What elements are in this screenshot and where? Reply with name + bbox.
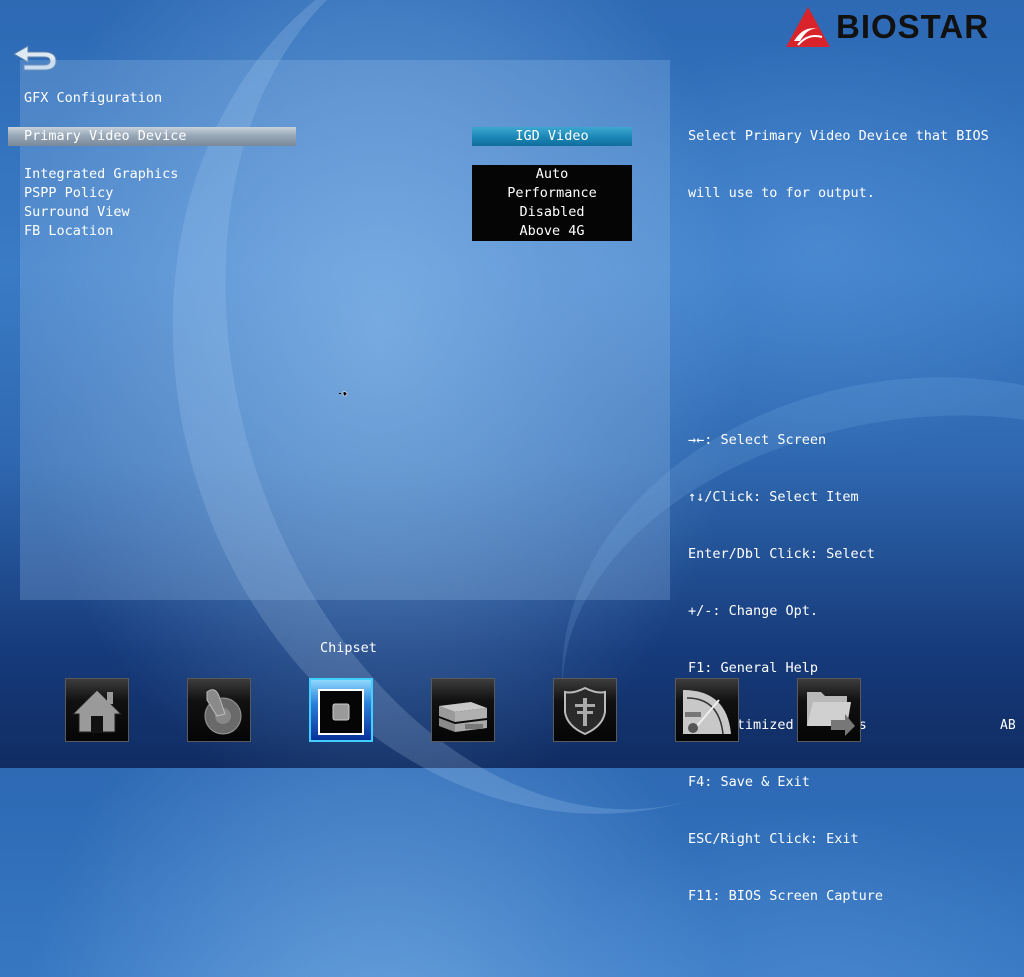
- setting-label-surround-view[interactable]: Surround View: [24, 203, 130, 222]
- tab-chipset[interactable]: [309, 678, 373, 742]
- section-title: GFX Configuration: [24, 90, 163, 106]
- tab-boot[interactable]: [431, 678, 495, 742]
- help-line: Select Primary Video Device that BIOS: [688, 128, 989, 144]
- speedometer-icon: [683, 690, 731, 735]
- language-indicator[interactable]: AB: [1000, 718, 1016, 733]
- tab-main[interactable]: [65, 678, 129, 742]
- surround-view-select[interactable]: Disabled: [472, 203, 632, 222]
- shield-icon: [564, 686, 606, 736]
- key-hint: F4: Save & Exit: [688, 774, 810, 790]
- setting-label-integrated-graphics[interactable]: Integrated Graphics: [24, 165, 178, 184]
- mouse-cursor-icon: [339, 391, 348, 397]
- help-description: Select Primary Video Device that BIOS wi…: [688, 89, 989, 222]
- chip-icon: [318, 689, 364, 735]
- home-icon: [71, 689, 123, 733]
- brand-name: BIOSTAR: [836, 8, 990, 45]
- folder-exit-icon: [807, 692, 855, 736]
- tab-save-exit[interactable]: [797, 678, 861, 742]
- biostar-triangle-icon: [786, 7, 830, 47]
- key-hint: ESC/Right Click: Exit: [688, 831, 859, 847]
- key-legend: →←: Select Screen ↑↓/Click: Select Item …: [688, 393, 883, 925]
- setting-label-pspp-policy[interactable]: PSPP Policy: [24, 184, 113, 203]
- biostar-logo: BIOSTAR: [784, 2, 1014, 52]
- primary-video-device-select[interactable]: IGD Video: [472, 127, 632, 146]
- joystick-icon: [204, 689, 242, 735]
- setting-label-fb-location[interactable]: FB Location: [24, 222, 113, 241]
- integrated-graphics-select[interactable]: Auto: [472, 165, 632, 184]
- key-hint: F1: General Help: [688, 660, 819, 676]
- key-hint: Enter/Dbl Click: Select: [688, 546, 875, 562]
- fb-location-select[interactable]: Above 4G: [472, 222, 632, 241]
- key-hint: ↑↓/Click: Select Item: [688, 489, 859, 505]
- setting-label-primary-video-device[interactable]: Primary Video Device: [24, 127, 187, 146]
- tab-security[interactable]: [553, 678, 617, 742]
- help-line: will use to for output.: [688, 185, 875, 201]
- tab-one[interactable]: [675, 678, 739, 742]
- key-hint: F11: BIOS Screen Capture: [688, 888, 884, 904]
- pspp-policy-select[interactable]: Performance: [472, 184, 632, 203]
- active-tab-label: Chipset: [320, 640, 377, 656]
- drive-stack-icon: [439, 702, 487, 732]
- key-hint: →←: Select Screen: [688, 432, 827, 448]
- key-hint: +/-: Change Opt.: [688, 603, 819, 619]
- tab-advanced[interactable]: [187, 678, 251, 742]
